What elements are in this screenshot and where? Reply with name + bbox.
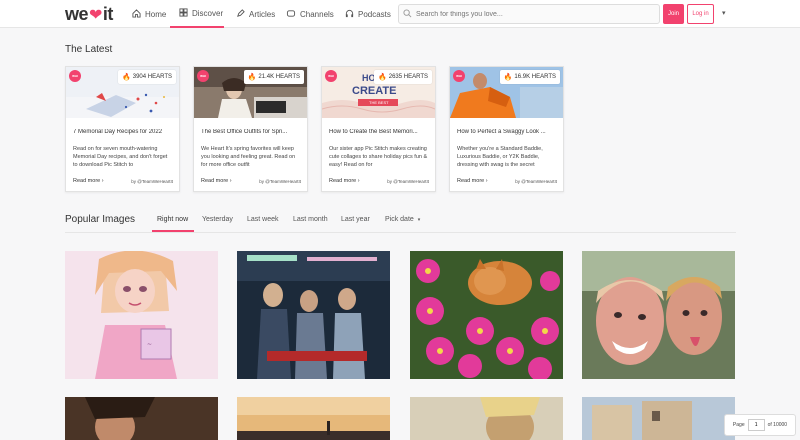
pager-total: of 10000 <box>767 422 788 428</box>
logo-text-prefix: we <box>65 4 89 24</box>
tab-last-year[interactable]: Last year <box>341 216 370 223</box>
nav-podcasts-label: Podcasts <box>358 9 391 19</box>
hearts-count: 🔥 21.4K HEARTS <box>243 70 304 84</box>
read-more-link[interactable]: Read more › <box>457 178 488 184</box>
read-more-link[interactable]: Read more › <box>201 178 232 184</box>
article-thumbnail: HO CREATE THE BEST WHI 🔥 2635 HEARTS <box>322 67 435 118</box>
read-more-link[interactable]: Read more › <box>329 178 360 184</box>
article-thumbnail: WHI 🔥 3904 HEARTS <box>66 67 179 118</box>
hearts-label: 21.4K HEARTS <box>258 74 300 80</box>
hearts-label: 16.9K HEARTS <box>514 74 556 80</box>
tabs-divider <box>65 232 736 233</box>
join-button[interactable]: Join <box>663 4 684 24</box>
nav-articles-label: Articles <box>249 9 276 19</box>
tab-pick-date[interactable]: Pick date ▾ <box>385 216 420 223</box>
page-number-input[interactable] <box>747 419 765 431</box>
heart-icon: ❤ <box>89 6 102 24</box>
article-title[interactable]: 7 Memorial Day Recipes for 2022 <box>73 129 173 135</box>
hearts-count: 🔥 16.9K HEARTS <box>499 70 560 84</box>
popular-image[interactable] <box>65 397 218 440</box>
article-description: Whether you're a Standard Baddie, Luxuri… <box>457 146 543 168</box>
article-card[interactable]: WHI 🔥 16.9K HEARTS How to Perfect a Swag… <box>449 66 564 192</box>
popular-image[interactable] <box>410 397 563 440</box>
headphones-icon <box>344 9 354 20</box>
nav-discover-label: Discover <box>192 8 224 18</box>
popular-section-title: Popular Images <box>65 214 136 225</box>
pen-icon <box>235 8 245 20</box>
weheartit-logo[interactable]: we ❤ it <box>65 4 113 25</box>
whi-badge: WHI <box>69 70 81 82</box>
hearts-count: 🔥 3904 HEARTS <box>118 70 176 84</box>
article-card[interactable]: HO CREATE THE BEST WHI 🔥 2635 HEARTS How… <box>321 66 436 192</box>
tab-yesterday[interactable]: Yesterday <box>202 216 233 223</box>
tab-last-month[interactable]: Last month <box>293 216 328 223</box>
article-description: Read on for seven mouth-watering Memoria… <box>73 146 168 168</box>
whi-badge: WHI <box>325 70 337 82</box>
svg-text:~: ~ <box>147 341 152 348</box>
discover-grid-icon <box>178 7 188 19</box>
popular-image[interactable] <box>582 397 735 440</box>
popular-image[interactable] <box>410 251 563 379</box>
pagination-control: Page of 10000 <box>724 414 796 436</box>
top-navigation-bar: we ❤ it Home Discover Articles Channels Po… <box>0 0 800 28</box>
nav-home-label: Home <box>145 9 167 19</box>
thumbnail-text: CREATE <box>352 85 397 97</box>
nav-articles[interactable]: Articles <box>235 0 275 28</box>
nav-channels[interactable]: Channels <box>286 0 334 28</box>
tab-right-now[interactable]: Right now <box>157 216 188 223</box>
logo-text-suffix: it <box>102 4 114 24</box>
chevron-down-icon: ▾ <box>417 217 421 223</box>
read-more-link[interactable]: Read more › <box>73 178 104 184</box>
search-bar[interactable] <box>398 4 660 24</box>
thumbnail-text: THE BEST <box>369 100 389 105</box>
flame-icon: 🔥 <box>503 74 513 81</box>
search-input[interactable] <box>416 10 646 18</box>
popular-image[interactable] <box>582 251 735 379</box>
article-description: We Heart It's spring favorites will keep… <box>201 146 296 168</box>
hearts-label: 3904 HEARTS <box>132 74 172 80</box>
article-thumbnail: WHI 🔥 21.4K HEARTS <box>194 67 307 118</box>
more-menu-icon[interactable]: ▾ <box>722 9 726 17</box>
login-button[interactable]: Log in <box>687 4 714 24</box>
latest-section-title: The Latest <box>65 44 113 55</box>
article-title[interactable]: How to Create the Best Memori... <box>329 129 429 135</box>
nav-channels-label: Channels <box>300 9 334 19</box>
whi-badge: WHI <box>197 70 209 82</box>
flame-icon: 🔥 <box>378 74 387 81</box>
popular-image[interactable]: ~ <box>65 251 218 379</box>
article-thumbnail: WHI 🔥 16.9K HEARTS <box>450 67 563 118</box>
search-icon <box>403 8 412 20</box>
article-author[interactable]: by @TeamWeHeartIt <box>259 179 301 184</box>
article-author[interactable]: by @TeamWeHeartIt <box>515 179 557 184</box>
article-card[interactable]: WHI 🔥 3904 HEARTS 7 Memorial Day Recipes… <box>65 66 180 192</box>
hearts-count: 🔥 2635 HEARTS <box>374 70 432 84</box>
popular-image[interactable] <box>237 397 390 440</box>
nav-home[interactable]: Home <box>131 0 166 28</box>
channels-icon <box>286 9 296 20</box>
flame-icon: 🔥 <box>122 74 131 81</box>
tab-pick-date-label: Pick date <box>385 216 414 223</box>
article-title[interactable]: The Best Office Outfits for Spri... <box>201 129 301 135</box>
tab-last-week[interactable]: Last week <box>247 216 279 223</box>
article-description: Our sister app Pic Stitch makes creating… <box>329 146 428 168</box>
home-icon <box>131 8 141 20</box>
nav-podcasts[interactable]: Podcasts <box>344 0 391 28</box>
flame-icon: 🔥 <box>247 74 257 81</box>
article-card[interactable]: WHI 🔥 21.4K HEARTS The Best Office Outfi… <box>193 66 308 192</box>
hearts-label: 2635 HEARTS <box>388 74 428 80</box>
whi-badge: WHI <box>453 70 465 82</box>
article-author[interactable]: by @TeamWeHeartIt <box>131 179 173 184</box>
pager-label: Page <box>732 422 745 428</box>
article-title[interactable]: How to Perfect a Swaggy Look ... <box>457 129 557 135</box>
popular-image[interactable] <box>237 251 390 379</box>
nav-discover[interactable]: Discover <box>170 0 224 28</box>
article-author[interactable]: by @TeamWeHeartIt <box>387 179 429 184</box>
